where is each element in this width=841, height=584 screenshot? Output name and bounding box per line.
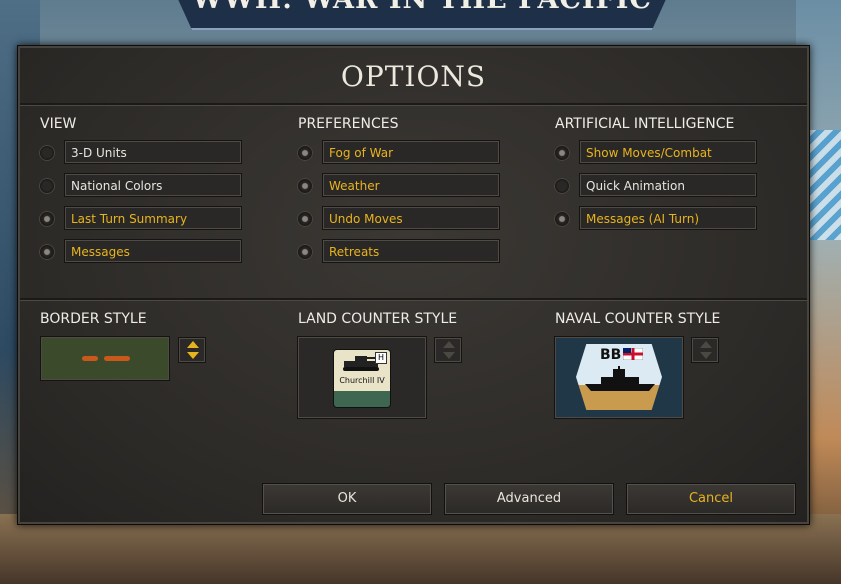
toggle-show-moves-combat[interactable] [554,145,570,161]
option-row-messages[interactable]: Messages [39,239,249,265]
option-label: Last Turn Summary [71,212,188,226]
land-counter-style-title: LAND COUNTER STYLE [298,311,458,327]
land-counter-preview: H Churchill IV [297,336,427,419]
arrow-up-icon[interactable] [700,341,712,348]
land-counter: H Churchill IV [334,350,390,407]
toggle-3d-units[interactable] [39,145,55,161]
border-dash-right [104,356,130,361]
option-label: Messages [71,245,130,259]
ok-button[interactable]: OK [262,483,432,515]
game-title-banner: WWII: WAR IN THE PACIFIC [172,0,672,30]
option-label: Messages (AI Turn) [586,212,700,226]
naval-counter-preview: BB [554,336,684,419]
arrow-up-icon[interactable] [187,341,199,348]
option-box[interactable]: Last Turn Summary [64,206,242,230]
land-counter-stepper[interactable] [434,337,462,363]
border-style-title: BORDER STYLE [40,311,147,327]
ai-section-title: ARTIFICIAL INTELLIGENCE [555,116,735,132]
option-box[interactable]: Retreats [322,239,500,263]
preferences-section-title: PREFERENCES [298,116,399,132]
section-divider [20,298,807,301]
option-box[interactable]: Show Moves/Combat [579,140,757,164]
option-label: Weather [329,179,380,193]
toggle-quick-animation[interactable] [554,178,570,194]
toggle-weather[interactable] [297,178,313,194]
toggle-messages[interactable] [39,244,55,260]
option-row-last-turn-summary[interactable]: Last Turn Summary [39,206,249,232]
option-label: Retreats [329,245,380,259]
border-style-stepper[interactable] [178,337,206,363]
option-row-undo-moves[interactable]: Undo Moves [297,206,507,232]
option-label: 3-D Units [71,146,127,160]
toggle-national-colors[interactable] [39,178,55,194]
option-label: Undo Moves [329,212,403,226]
unit-badge: H [375,352,387,364]
option-box[interactable]: 3-D Units [64,140,242,164]
toggle-last-turn-summary[interactable] [39,211,55,227]
option-box[interactable]: Weather [322,173,500,197]
option-row-3d-units[interactable]: 3-D Units [39,140,249,166]
options-dialog: OPTIONS VIEW 3-D Units National Colors L… [17,45,810,525]
ensign-flag-icon [623,348,643,360]
option-box[interactable]: National Colors [64,173,242,197]
toggle-undo-moves[interactable] [297,211,313,227]
option-label: Fog of War [329,146,394,160]
option-row-messages-ai-turn[interactable]: Messages (AI Turn) [554,206,764,232]
option-row-weather[interactable]: Weather [297,173,507,199]
option-box[interactable]: Quick Animation [579,173,757,197]
option-box[interactable]: Undo Moves [322,206,500,230]
title-divider [20,103,807,106]
ship-type: BB [600,347,622,363]
dialog-title: OPTIONS [340,60,487,93]
option-label: Quick Animation [586,179,685,193]
unit-name: Churchill IV [339,376,385,385]
toggle-messages-ai-turn[interactable] [554,211,570,227]
cancel-button[interactable]: Cancel [626,483,796,515]
option-row-fog-of-war[interactable]: Fog of War [297,140,507,166]
option-row-quick-animation[interactable]: Quick Animation [554,173,764,199]
arrow-down-icon[interactable] [443,352,455,359]
option-box[interactable]: Messages (AI Turn) [579,206,757,230]
border-dash-left [82,356,98,361]
view-section-title: VIEW [40,116,77,132]
advanced-button[interactable]: Advanced [444,483,614,515]
game-title: WWII: WAR IN THE PACIFIC [172,0,672,15]
option-row-national-colors[interactable]: National Colors [39,173,249,199]
arrow-down-icon[interactable] [700,352,712,359]
arrow-down-icon[interactable] [187,352,199,359]
battleship-icon [585,366,655,391]
toggle-retreats[interactable] [297,244,313,260]
naval-counter-style-title: NAVAL COUNTER STYLE [555,311,721,327]
option-box[interactable]: Fog of War [322,140,500,164]
naval-counter-stepper[interactable] [691,337,719,363]
option-row-show-moves-combat[interactable]: Show Moves/Combat [554,140,764,166]
border-style-preview [40,336,170,381]
option-label: National Colors [71,179,163,193]
option-label: Show Moves/Combat [586,146,712,160]
option-box[interactable]: Messages [64,239,242,263]
toggle-fog-of-war[interactable] [297,145,313,161]
arrow-up-icon[interactable] [443,341,455,348]
option-row-retreats[interactable]: Retreats [297,239,507,265]
